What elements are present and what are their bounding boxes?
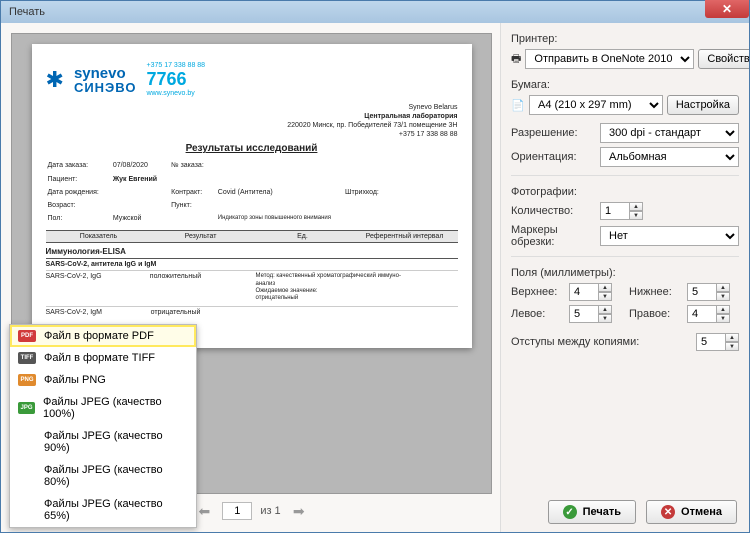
- export-jpeg-90[interactable]: Файлы JPEG (качество 90%): [10, 425, 196, 459]
- export-png[interactable]: PNGФайлы PNG: [10, 369, 196, 391]
- addr-line: 220020 Минск, пр. Победителей 73/1 помещ…: [46, 121, 458, 130]
- close-button[interactable]: ✕: [705, 0, 749, 18]
- photos-label: Фотографии:: [511, 186, 739, 198]
- logo-icon: ✱: [46, 67, 64, 93]
- phone-big: 7766: [146, 69, 205, 90]
- export-jpeg-80[interactable]: Файлы JPEG (качество 80%): [10, 459, 196, 493]
- section-title: Иммунология-ELISA: [46, 243, 458, 259]
- phone-small: +375 17 338 88 88: [146, 62, 205, 69]
- logo-text-bottom: СИНЭВО: [74, 81, 137, 94]
- preview-panel: ✱ synevo СИНЭВО +375 17 338 88 88 7766 w…: [1, 23, 501, 532]
- orientation-label: Ориентация:: [511, 151, 596, 163]
- margin-left-stepper[interactable]: ▲▼: [569, 305, 621, 323]
- paper-label: Бумага:: [511, 79, 739, 91]
- addr-line: +375 17 338 88 88: [46, 130, 458, 139]
- crop-select[interactable]: Нет: [600, 226, 739, 246]
- margin-bottom-label: Нижнее:: [629, 286, 679, 298]
- gap-stepper[interactable]: ▲▼: [696, 333, 739, 351]
- resolution-label: Разрешение:: [511, 127, 596, 139]
- logo-text-top: synevo: [74, 66, 137, 81]
- margin-top-stepper[interactable]: ▲▼: [569, 283, 621, 301]
- margin-bottom-stepper[interactable]: ▲▼: [687, 283, 739, 301]
- titlebar: Печать ✕: [1, 1, 749, 23]
- printer-label: Принтер:: [511, 33, 739, 45]
- paper-settings-button[interactable]: Настройка: [667, 95, 739, 115]
- properties-button[interactable]: Свойства: [698, 49, 749, 69]
- addr-line: Synevo Belarus: [46, 103, 458, 112]
- export-jpeg-65[interactable]: Файлы JPEG (качество 65%): [10, 493, 196, 527]
- paper-icon: 📄: [511, 99, 525, 112]
- paper-select[interactable]: A4 (210 x 297 mm): [529, 95, 663, 115]
- margin-right-stepper[interactable]: ▲▼: [687, 305, 739, 323]
- check-icon: ✓: [563, 505, 577, 519]
- margins-label: Поля (миллиметры):: [511, 267, 739, 279]
- document-page: ✱ synevo СИНЭВО +375 17 338 88 88 7766 w…: [32, 44, 472, 348]
- settings-panel: Принтер: 🖶 Отправить в OneNote 2010 Свой…: [501, 23, 749, 532]
- info-grid: Дата заказа:07/08/2020№ заказа: Пациент:…: [46, 158, 393, 226]
- margin-top-label: Верхнее:: [511, 286, 561, 298]
- cancel-button[interactable]: ✕Отмена: [646, 500, 737, 524]
- margin-left-label: Левое:: [511, 308, 561, 320]
- gap-label: Отступы между копиями:: [511, 336, 690, 348]
- spin-up[interactable]: ▲: [629, 202, 643, 211]
- results-title: Результаты исследований: [46, 143, 458, 154]
- export-menu: PDFФайл в формате PDF TIFFФайл в формате…: [9, 324, 197, 528]
- spin-down[interactable]: ▼: [629, 211, 643, 220]
- export-jpeg-100[interactable]: JPGФайлы JPEG (качество 100%): [10, 391, 196, 425]
- print-button[interactable]: ✓Печать: [548, 500, 636, 524]
- quantity-label: Количество:: [511, 205, 596, 217]
- export-tiff[interactable]: TIFFФайл в формате TIFF: [10, 347, 196, 369]
- crop-label: Маркеры обрезки:: [511, 224, 596, 248]
- window-title: Печать: [5, 6, 745, 18]
- printer-icon: 🖶: [511, 50, 521, 69]
- page-input[interactable]: [222, 502, 252, 520]
- next-page-button[interactable]: ➡: [289, 503, 309, 519]
- resolution-select[interactable]: 300 dpi - стандарт: [600, 123, 739, 143]
- print-dialog: Печать ✕ ✱ synevo СИНЭВО +375 17 338 88 …: [0, 0, 750, 533]
- page-of-label: из 1: [260, 505, 280, 517]
- subsection-title: SARS-CoV-2, антитела IgG и IgM: [46, 259, 458, 271]
- prev-page-button[interactable]: ⬅: [194, 503, 214, 519]
- quantity-stepper[interactable]: ▲▼: [600, 202, 739, 220]
- phone-url: www.synevo.by: [146, 90, 205, 97]
- margin-right-label: Правое:: [629, 308, 679, 320]
- export-pdf[interactable]: PDFФайл в формате PDF: [10, 325, 196, 347]
- addr-line: Центральная лаборатория: [46, 112, 458, 121]
- printer-select[interactable]: Отправить в OneNote 2010: [525, 49, 694, 69]
- orientation-select[interactable]: Альбомная: [600, 147, 739, 167]
- cancel-icon: ✕: [661, 505, 675, 519]
